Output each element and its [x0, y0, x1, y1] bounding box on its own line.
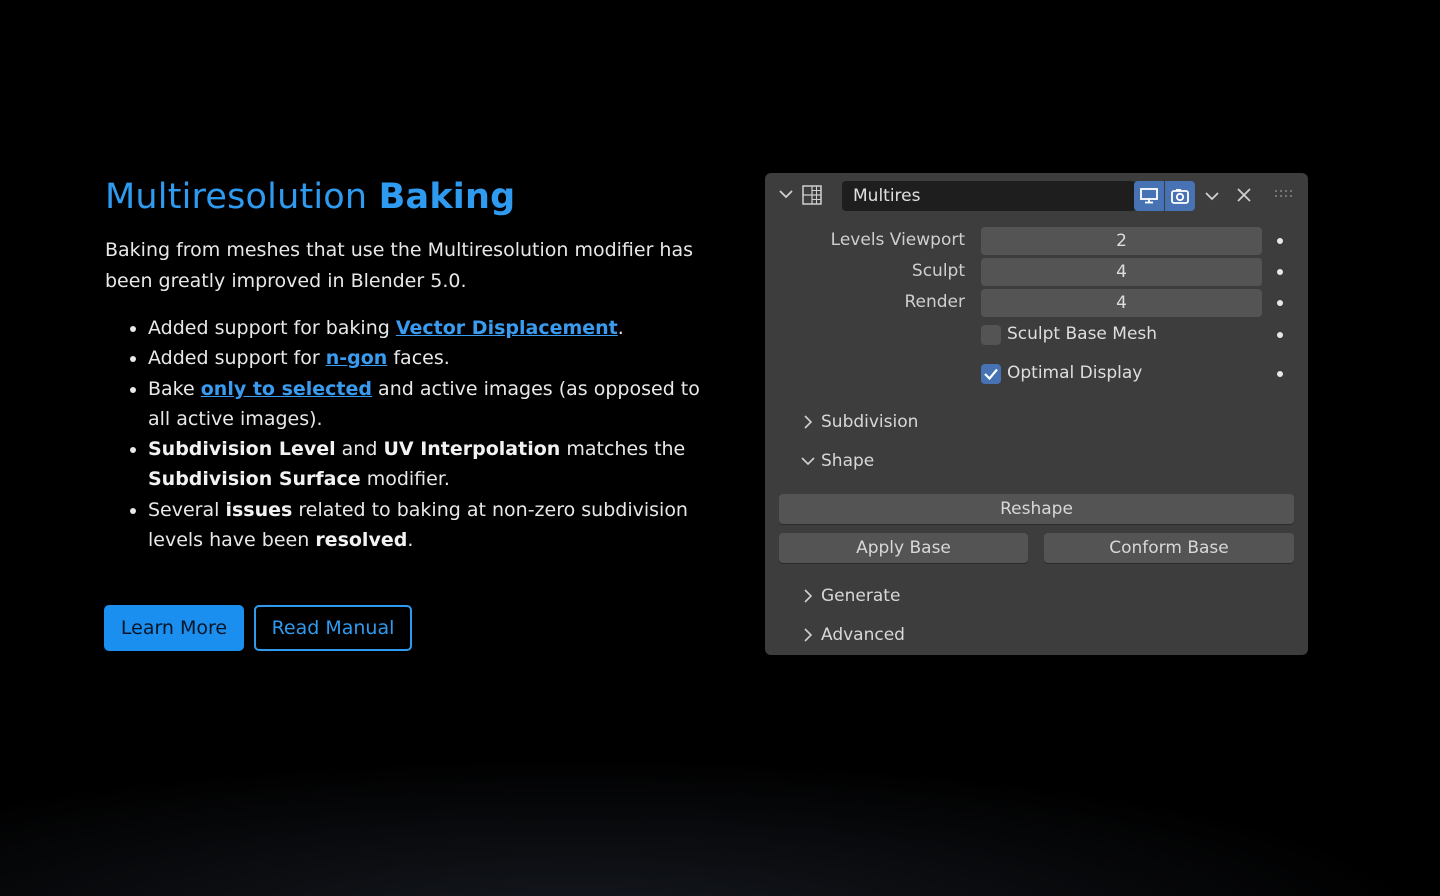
cta-buttons: Learn More Read Manual — [104, 605, 412, 651]
keyframe-dot-icon[interactable] — [1277, 371, 1283, 377]
link-vector-displacement[interactable]: Vector Displacement — [396, 317, 618, 339]
generate-section-label: Generate — [821, 586, 901, 606]
chevron-right-icon — [804, 589, 813, 603]
levels-viewport-field[interactable]: 2 — [981, 227, 1262, 255]
render-label: Render — [904, 292, 965, 312]
subdivision-section-header[interactable]: Subdivision — [801, 412, 918, 432]
learn-more-button[interactable]: Learn More — [104, 605, 244, 651]
drag-grip-icon[interactable] — [1274, 189, 1296, 199]
chevron-right-icon — [804, 415, 813, 429]
shape-section-header[interactable]: Shape — [801, 451, 874, 471]
chevron-down-icon — [801, 457, 815, 466]
sculpt-base-mesh-label: Sculpt Base Mesh — [1007, 324, 1158, 344]
sculpt-level-field[interactable]: 4 — [981, 258, 1262, 286]
list-item: Bake only to selected and active images … — [148, 374, 705, 435]
chevron-right-icon — [804, 628, 813, 642]
levels-viewport-label: Levels Viewport — [830, 230, 965, 250]
apply-base-button[interactable]: Apply Base — [779, 533, 1028, 563]
list-item: Subdivision Level and UV Interpolation m… — [148, 434, 705, 495]
modifier-header: Multires — [765, 173, 1308, 217]
keyframe-dot-icon[interactable] — [1277, 238, 1283, 244]
multires-modifier-icon — [802, 185, 822, 205]
monitor-icon — [1140, 188, 1158, 204]
optimal-display-label: Optimal Display — [1007, 363, 1143, 383]
sculpt-base-mesh-checkbox[interactable] — [981, 325, 1001, 345]
list-item: Added support for n-gon faces. — [148, 343, 705, 373]
show-render-toggle[interactable] — [1165, 181, 1195, 211]
advanced-section-header[interactable]: Advanced — [801, 625, 905, 645]
chevron-down-icon[interactable] — [777, 185, 795, 203]
list-item: Added support for baking Vector Displace… — [148, 313, 705, 343]
background-glow — [0, 756, 1440, 896]
chevron-down-icon[interactable] — [1202, 186, 1222, 206]
list-item: Several issues related to baking at non-… — [148, 495, 705, 556]
feature-list: Added support for baking Vector Displace… — [148, 313, 705, 555]
link-only-to-selected[interactable]: only to selected — [201, 378, 372, 400]
conform-base-button[interactable]: Conform Base — [1044, 533, 1294, 563]
modifier-name-field[interactable]: Multires — [842, 181, 1136, 211]
subdivision-section-label: Subdivision — [821, 412, 919, 432]
shape-section-label: Shape — [821, 451, 875, 471]
sculpt-label: Sculpt — [911, 261, 965, 281]
multires-modifier-panel: Multires Levels Viewport 2 Sculpt 4 Rend… — [765, 173, 1308, 655]
read-manual-button[interactable]: Read Manual — [254, 605, 412, 651]
keyframe-dot-icon[interactable] — [1277, 332, 1283, 338]
generate-section-header[interactable]: Generate — [801, 586, 900, 606]
render-level-field[interactable]: 4 — [981, 289, 1262, 317]
optimal-display-checkbox[interactable] — [981, 364, 1001, 384]
advanced-section-label: Advanced — [821, 625, 905, 645]
title-light: Multiresolution — [105, 177, 368, 217]
link-n-gon[interactable]: n-gon — [326, 347, 388, 369]
keyframe-dot-icon[interactable] — [1277, 269, 1283, 275]
reshape-button[interactable]: Reshape — [779, 494, 1294, 524]
section-title: Multiresolution Baking — [105, 175, 705, 219]
checkmark-icon — [984, 368, 998, 381]
keyframe-dot-icon[interactable] — [1277, 300, 1283, 306]
release-notes-section: Multiresolution Baking Baking from meshe… — [105, 175, 705, 555]
title-bold: Baking — [378, 177, 516, 217]
camera-icon — [1171, 189, 1189, 204]
intro-paragraph: Baking from meshes that use the Multires… — [105, 239, 694, 292]
close-icon[interactable] — [1235, 186, 1253, 204]
show-viewport-toggle[interactable] — [1134, 181, 1164, 211]
